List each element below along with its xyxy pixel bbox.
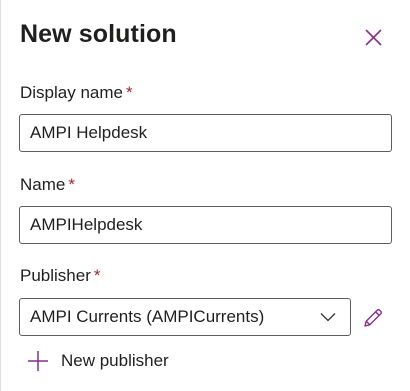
publisher-label: Publisher *: [20, 266, 101, 286]
display-name-input[interactable]: [19, 114, 392, 152]
new-solution-panel: New solution Display name* Name* Publish…: [0, 0, 410, 391]
panel-title: New solution: [20, 20, 177, 48]
name-input[interactable]: [19, 206, 392, 244]
edit-publisher-button[interactable]: [361, 306, 385, 330]
required-marker: *: [93, 266, 101, 285]
required-marker: *: [126, 83, 133, 102]
name-label-text: Name: [20, 175, 66, 194]
chevron-down-icon: [320, 313, 336, 322]
new-publisher-button[interactable]: New publisher: [27, 349, 169, 373]
publisher-selected-value: AMPI Currents (AMPICurrents): [30, 307, 265, 326]
required-marker: *: [68, 175, 75, 194]
name-label: Name *: [20, 175, 75, 195]
close-button[interactable]: [360, 24, 386, 50]
publisher-label-text: Publisher: [20, 266, 91, 285]
plus-icon: [28, 351, 48, 371]
close-icon: [364, 28, 382, 46]
display-name-label-text: Display name: [20, 83, 123, 102]
display-name-label: Display name *: [20, 83, 133, 103]
publisher-dropdown[interactable]: AMPI Currents (AMPICurrents): [19, 298, 351, 336]
new-publisher-label: New publisher: [61, 351, 169, 370]
pencil-icon: [364, 308, 383, 327]
